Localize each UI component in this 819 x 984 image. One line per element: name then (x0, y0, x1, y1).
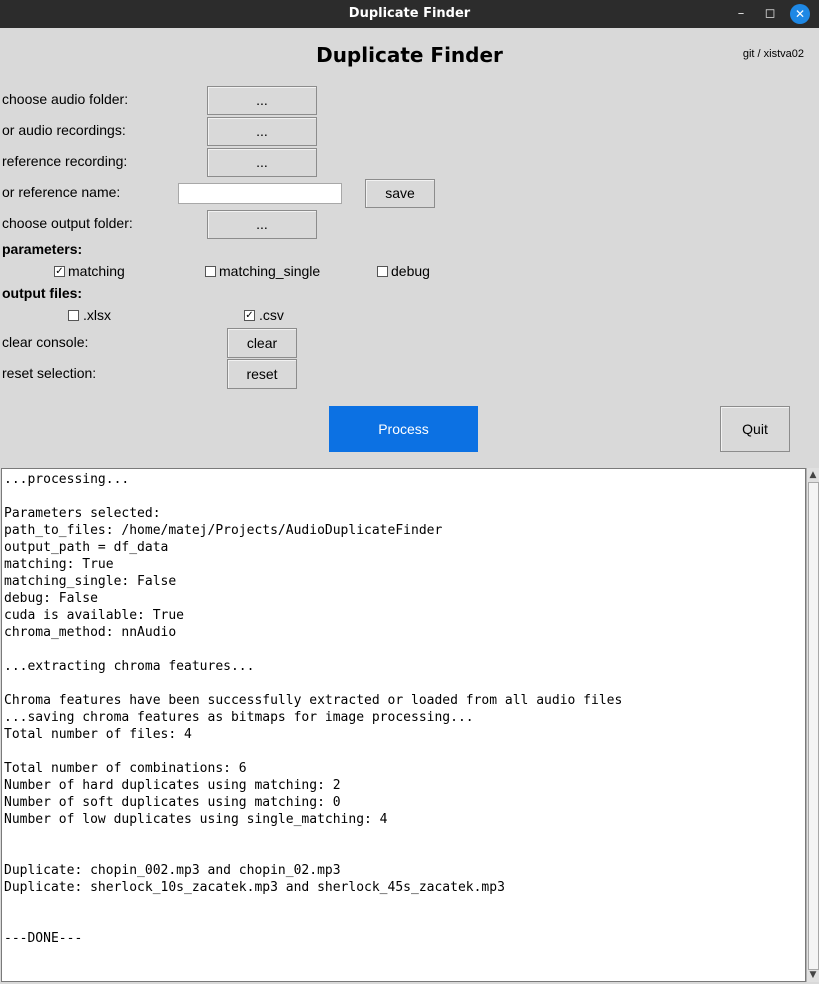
matching-single-checkbox[interactable] (205, 266, 216, 277)
reset-selection-label: reset selection: (2, 365, 97, 381)
debug-checkbox[interactable] (377, 266, 388, 277)
csv-label: .csv (259, 307, 284, 323)
scroll-down-icon[interactable]: ▼ (807, 968, 819, 982)
console-scrollbar[interactable]: ▲ ▼ (806, 468, 819, 982)
reference-name-input[interactable] (178, 183, 342, 204)
console-line: ---DONE--- (4, 931, 83, 946)
scroll-up-icon[interactable]: ▲ (807, 468, 819, 482)
process-button[interactable]: Process (329, 406, 478, 452)
maximize-icon[interactable]: ◻ (760, 4, 780, 24)
console-line: cuda is available: True (4, 608, 185, 623)
save-button[interactable]: save (365, 179, 435, 208)
reset-button[interactable]: reset (227, 359, 297, 389)
scroll-thumb[interactable] (808, 482, 819, 970)
console-line: Parameters selected: (4, 506, 161, 521)
debug-label: debug (391, 263, 430, 279)
matching-single-label: matching_single (219, 263, 321, 279)
clear-button[interactable]: clear (227, 328, 297, 358)
audio-recordings-label: or audio recordings: (2, 122, 126, 138)
output-folder-label: choose output folder: (2, 215, 133, 231)
close-icon[interactable]: ✕ (790, 4, 810, 24)
console-line: Number of low duplicates using single_ma… (4, 812, 388, 827)
window-titlebar: Duplicate Finder – ◻ ✕ (0, 0, 819, 28)
matching-checkbox[interactable]: ✓ (54, 266, 65, 277)
console-line: output_path = df_data (4, 540, 169, 555)
output-folder-browse-button[interactable]: ... (207, 210, 317, 239)
quit-button[interactable]: Quit (720, 406, 790, 452)
matching-label: matching (68, 263, 125, 279)
xlsx-label: .xlsx (83, 307, 111, 323)
console-line: Duplicate: chopin_002.mp3 and chopin_02.… (4, 863, 341, 878)
output-files-heading: output files: (2, 285, 83, 301)
console-line: Number of soft duplicates using matching… (4, 795, 341, 810)
reference-recording-browse-button[interactable]: ... (207, 148, 317, 177)
reference-recording-label: reference recording: (2, 153, 128, 169)
xlsx-checkbox[interactable] (68, 310, 79, 321)
console-line: Duplicate: sherlock_10s_zacatek.mp3 and … (4, 880, 505, 895)
console-line: debug: False (4, 591, 98, 606)
audio-folder-browse-button[interactable]: ... (207, 86, 317, 115)
git-link: git / xistva02 (742, 48, 804, 60)
console-output[interactable]: ...processing... Parameters selected: path… (1, 468, 806, 982)
console-line: ...saving chroma features as bitmaps for… (4, 710, 474, 725)
page-title: Duplicate Finder (316, 43, 503, 67)
console-line: Total number of files: 4 (4, 727, 192, 742)
audio-recordings-browse-button[interactable]: ... (207, 117, 317, 146)
csv-checkbox[interactable]: ✓ (244, 310, 255, 321)
window-title: Duplicate Finder (348, 6, 471, 21)
reference-name-label: or reference name: (2, 184, 121, 200)
console-line: ...extracting chroma features... (4, 659, 255, 674)
console-line: Number of hard duplicates using matching… (4, 778, 341, 793)
console-line: matching_single: False (4, 574, 177, 589)
console-line: Chroma features have been successfully e… (4, 693, 623, 708)
clear-console-label: clear console: (2, 334, 89, 350)
console-lines: ...processing... Parameters selected: path… (2, 471, 622, 947)
minimize-icon[interactable]: – (731, 4, 751, 24)
parameters-heading: parameters: (2, 241, 83, 257)
console-line: path_to_files: /home/matej/Projects/Audi… (4, 523, 443, 538)
console-line: matching: True (4, 557, 114, 572)
console-line: ...processing... (4, 472, 130, 487)
console-line: Total number of combinations: 6 (4, 761, 247, 776)
audio-folder-label: choose audio folder: (2, 91, 129, 107)
console-line: chroma_method: nnAudio (4, 625, 177, 640)
